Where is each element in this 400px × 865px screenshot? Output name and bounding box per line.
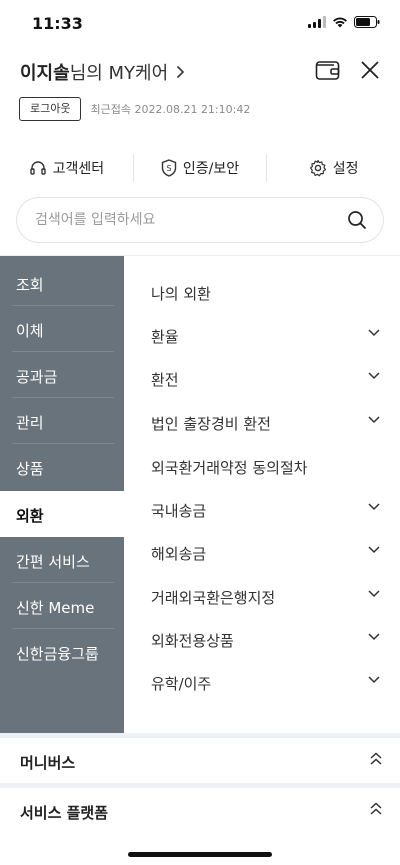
sidebar-item-label: 상품 xyxy=(16,460,44,478)
submenu-item-fx-products[interactable]: 외화전용상품 xyxy=(124,618,400,660)
status-bar: 11:33 xyxy=(0,0,400,48)
customer-center-button[interactable]: 고객센터 xyxy=(0,154,133,182)
wallet-button[interactable] xyxy=(314,56,342,84)
search-bar xyxy=(16,197,384,243)
sidebar-item-label: 신한 Meme xyxy=(16,599,95,617)
session-row: 로그아웃 최근접속 2022.08.21 21:10:42 xyxy=(19,97,250,121)
status-time: 11:33 xyxy=(32,14,83,33)
quick-menu: 고객센터 S 인증/보안 설정 xyxy=(0,150,400,186)
submenu-item-label: 외국환거래약정 동의절차 xyxy=(151,459,308,477)
section-service-platform[interactable]: 서비스 플랫폼 xyxy=(0,788,400,834)
sidebar-item-label: 관리 xyxy=(16,414,44,432)
submenu-item-label: 나의 외환 xyxy=(151,285,211,303)
search-icon[interactable] xyxy=(347,210,367,230)
close-icon xyxy=(361,61,379,79)
chevron-down-icon xyxy=(368,416,380,424)
wallet-icon xyxy=(315,61,340,80)
headset-icon xyxy=(29,161,46,175)
submenu-item-label: 외화전용상품 xyxy=(151,632,234,650)
submenu-item-label: 해외송금 xyxy=(151,545,207,563)
submenu-item-study-abroad-emigration[interactable]: 유학/이주 xyxy=(124,661,400,703)
submenu-item-label: 환전 xyxy=(151,371,179,389)
submenu-item-domestic-remittance[interactable]: 국내송금 xyxy=(124,488,400,530)
chevron-down-icon xyxy=(368,633,380,641)
submenu-item-my-fx[interactable]: 나의 외환 xyxy=(124,271,400,313)
user-name: 이지솔 xyxy=(20,63,70,84)
chevron-down-icon xyxy=(368,546,380,554)
battery-icon xyxy=(354,16,380,28)
search-input[interactable] xyxy=(35,198,335,242)
sidebar-item-label: 조회 xyxy=(16,276,44,294)
customer-center-label: 고객센터 xyxy=(52,161,105,177)
sidebar-item-easy-service[interactable]: 간편 서비스 xyxy=(0,537,124,583)
double-chevron-up-icon xyxy=(370,802,382,815)
submenu-item-label: 법인 출장경비 환전 xyxy=(151,415,271,433)
wifi-icon xyxy=(333,17,347,28)
submenu-item-label: 유학/이주 xyxy=(151,675,212,693)
sidebar-item-utility[interactable]: 공과금 xyxy=(0,352,124,398)
sidebar-item-products[interactable]: 상품 xyxy=(0,444,124,490)
sidebar-item-shinhan-meme[interactable]: 신한 Meme xyxy=(0,583,124,629)
settings-label: 설정 xyxy=(332,161,359,177)
chevron-down-icon xyxy=(368,372,380,380)
header: 이지솔 님의 MY케어 xyxy=(0,52,400,88)
submenu-item-exchange-rate[interactable]: 환율 xyxy=(124,314,400,356)
sidebar-item-inquiry[interactable]: 조회 xyxy=(0,260,124,306)
logout-button[interactable]: 로그아웃 xyxy=(19,97,82,121)
submenu-item-label: 거래외국환은행지정 xyxy=(151,589,276,607)
submenu-item-label: 환율 xyxy=(151,328,179,346)
my-care-link[interactable]: 이지솔 님의 MY케어 xyxy=(20,59,185,85)
submenu-item-corporate-travel-exchange[interactable]: 법인 출장경비 환전 xyxy=(124,401,400,443)
chevron-down-icon xyxy=(368,503,380,511)
home-indicator[interactable] xyxy=(128,852,272,857)
submenu-item-overseas-remittance[interactable]: 해외송금 xyxy=(124,531,400,573)
signal-icon xyxy=(308,16,326,28)
sidebar-item-label: 신한금융그룹 xyxy=(16,645,99,663)
settings-button[interactable]: 설정 xyxy=(267,154,400,182)
shield-icon: S xyxy=(161,159,177,177)
submenu-item-designated-bank[interactable]: 거래외국환은행지정 xyxy=(124,575,400,617)
chevron-down-icon xyxy=(368,590,380,598)
sidebar-item-label: 이체 xyxy=(16,322,44,340)
section-moneyverse-label: 머니버스 xyxy=(20,754,76,772)
chevron-right-icon xyxy=(177,65,185,79)
submenu-item-currency-exchange[interactable]: 환전 xyxy=(124,357,400,399)
auth-security-label: 인증/보안 xyxy=(182,161,240,177)
sidebar-item-financial-group[interactable]: 신한금융그룹 xyxy=(0,629,124,675)
auth-security-button[interactable]: S 인증/보안 xyxy=(134,154,267,182)
gear-icon xyxy=(309,159,326,177)
close-button[interactable] xyxy=(356,56,384,84)
section-moneyverse[interactable]: 머니버스 xyxy=(0,738,400,784)
submenu-item-label: 국내송금 xyxy=(151,502,207,520)
submenu-item-fx-agreement[interactable]: 외국환거래약정 동의절차 xyxy=(124,445,400,487)
last-login-time: 최근접속 2022.08.21 21:10:42 xyxy=(90,103,251,116)
sidebar-item-foreign-exchange[interactable]: 외환 xyxy=(0,491,124,537)
header-title: 님의 MY케어 xyxy=(69,63,169,84)
sidebar-item-manage[interactable]: 관리 xyxy=(0,398,124,444)
chevron-down-icon xyxy=(368,329,380,337)
sidebar-item-label: 간편 서비스 xyxy=(16,553,90,571)
section-service-platform-label: 서비스 플랫폼 xyxy=(20,804,109,822)
svg-text:S: S xyxy=(166,164,171,173)
sidebar-item-label: 외환 xyxy=(16,507,44,525)
sidebar-item-transfer[interactable]: 이체 xyxy=(0,306,124,352)
chevron-down-icon xyxy=(368,676,380,684)
double-chevron-up-icon xyxy=(370,752,382,765)
status-icons xyxy=(308,16,380,28)
category-sidebar: 조회 이체 공과금 관리 상품 외환 간편 서비스 신한 Meme 신한금융그룹 xyxy=(0,256,124,733)
sidebar-item-label: 공과금 xyxy=(16,368,58,386)
